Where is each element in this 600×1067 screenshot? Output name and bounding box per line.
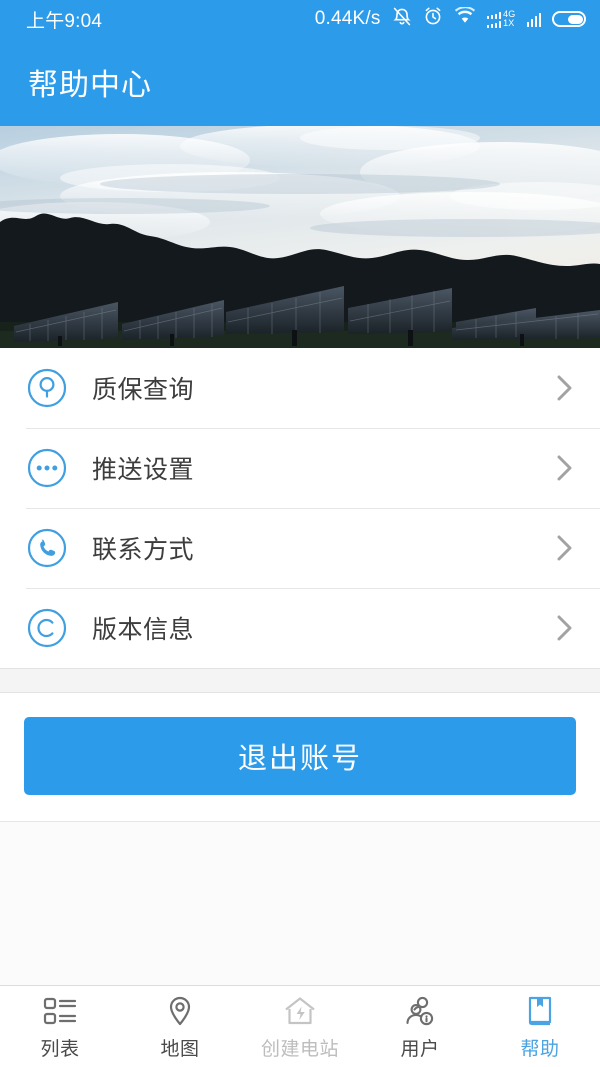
bottom-tab-bar: 列表 地图 创建电站 用户 帮助 bbox=[0, 985, 600, 1067]
users-info-icon bbox=[403, 992, 437, 1030]
status-bar: 上午9:04 0.44K/s 4G 1X bbox=[0, 0, 600, 38]
menu-item-warranty-query[interactable]: 质保查询 bbox=[0, 348, 600, 428]
chevron-right-icon bbox=[554, 449, 576, 487]
content-filler bbox=[0, 822, 600, 985]
menu-item-contact[interactable]: 联系方式 bbox=[0, 508, 600, 588]
tab-create-station[interactable]: 创建电站 bbox=[240, 986, 360, 1067]
logout-section: 退出账号 bbox=[0, 693, 600, 822]
dots-circle-icon bbox=[24, 445, 70, 491]
phone-circle-icon bbox=[24, 525, 70, 571]
map-pin-icon bbox=[165, 992, 195, 1030]
book-bookmark-icon bbox=[524, 992, 556, 1030]
house-bolt-icon bbox=[283, 992, 317, 1030]
tab-label: 列表 bbox=[40, 1039, 80, 1060]
hero-banner-image bbox=[0, 126, 600, 348]
chevron-right-icon bbox=[554, 529, 576, 567]
chevron-right-icon bbox=[554, 609, 576, 647]
menu-item-label: 推送设置 bbox=[92, 456, 195, 484]
signal-bars-icon: 4G 1X bbox=[486, 10, 516, 28]
status-time: 上午9:04 bbox=[26, 10, 103, 32]
alarm-clock-icon bbox=[423, 6, 443, 32]
help-menu-list: 质保查询 推送设置 联系方式 版本信息 bbox=[0, 348, 600, 669]
menu-item-label: 质保查询 bbox=[92, 376, 195, 404]
app-header: 帮助中心 bbox=[0, 38, 600, 126]
tab-label: 地图 bbox=[160, 1039, 200, 1060]
signal-bars-secondary-icon bbox=[526, 12, 541, 27]
chevron-right-icon bbox=[554, 369, 576, 407]
menu-item-push-settings[interactable]: 推送设置 bbox=[0, 428, 600, 508]
tab-user[interactable]: 用户 bbox=[360, 986, 480, 1067]
tab-label: 帮助 bbox=[520, 1039, 560, 1060]
tab-label: 用户 bbox=[400, 1039, 440, 1060]
tab-map[interactable]: 地图 bbox=[120, 986, 240, 1067]
network-sub-label: 1X bbox=[503, 18, 515, 28]
network-speed-label: 0.44K/s bbox=[314, 8, 381, 29]
wifi-icon bbox=[454, 6, 476, 31]
search-circle-icon bbox=[24, 365, 70, 411]
list-icon bbox=[43, 992, 77, 1030]
app-root: 上午9:04 0.44K/s 4G 1X 帮助中心 质保查询 推送设置 联系方式… bbox=[0, 0, 600, 1067]
mute-bell-icon bbox=[392, 6, 412, 33]
tab-list[interactable]: 列表 bbox=[0, 986, 120, 1067]
logout-button[interactable]: 退出账号 bbox=[24, 717, 576, 795]
menu-item-label: 联系方式 bbox=[92, 536, 195, 564]
menu-item-label: 版本信息 bbox=[92, 616, 195, 644]
status-icons: 0.44K/s 4G 1X bbox=[315, 6, 586, 33]
copyright-circle-icon bbox=[24, 605, 70, 651]
menu-item-version-info[interactable]: 版本信息 bbox=[0, 588, 600, 668]
tab-help[interactable]: 帮助 bbox=[480, 986, 600, 1067]
section-spacer bbox=[0, 669, 600, 693]
battery-icon bbox=[552, 11, 586, 27]
page-title: 帮助中心 bbox=[28, 69, 152, 102]
tab-label: 创建电站 bbox=[260, 1039, 339, 1060]
